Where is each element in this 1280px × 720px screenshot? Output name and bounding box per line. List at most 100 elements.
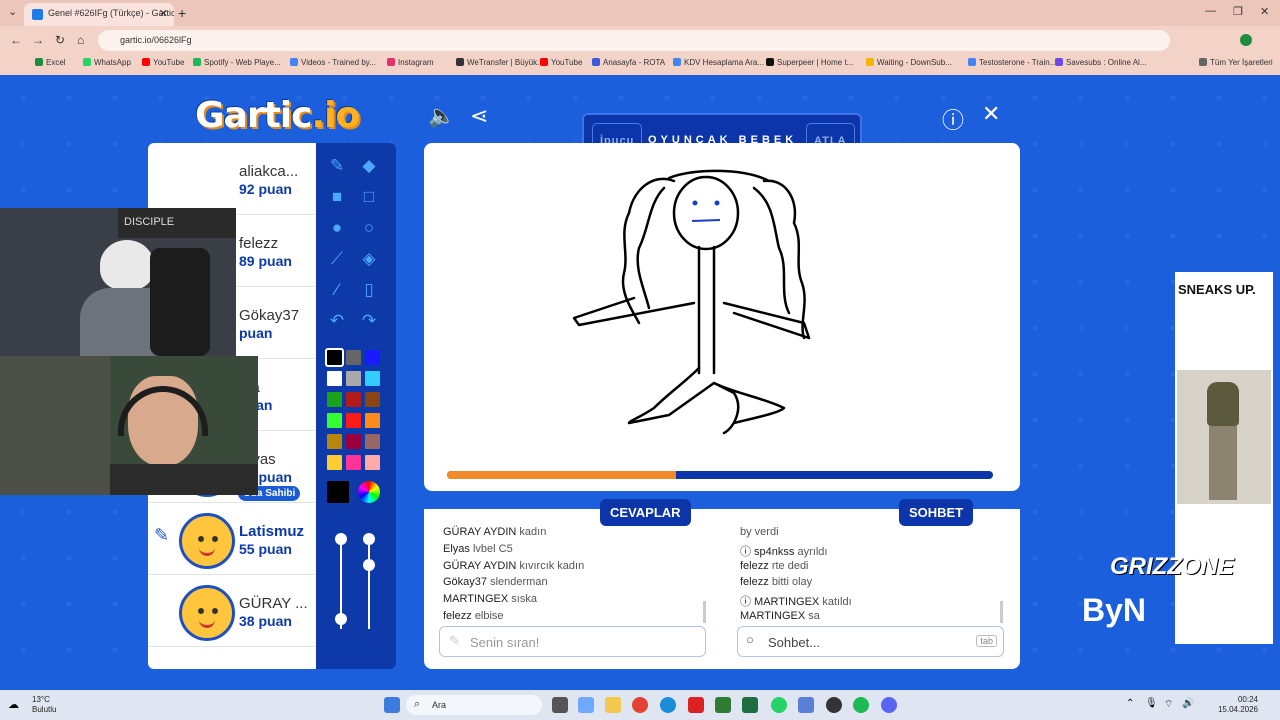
circle-icon[interactable]: ○: [358, 217, 380, 239]
bookmark-item[interactable]: Testosterone - Train...: [968, 58, 1056, 67]
url-bar[interactable]: gartic.io/06626lFg: [98, 30, 1170, 51]
wifi-icon[interactable]: ⌔: [1164, 698, 1173, 711]
app-green-icon[interactable]: [715, 697, 731, 713]
square-icon[interactable]: □: [358, 186, 380, 208]
close-game-icon[interactable]: ✕: [982, 101, 1000, 127]
bookmark-item[interactable]: YouTube: [142, 58, 184, 67]
bookmark-item[interactable]: WeTransfer | Büyük...: [456, 58, 544, 67]
color-swatch[interactable]: [327, 434, 342, 449]
color-swatch[interactable]: [365, 455, 380, 470]
color-swatch[interactable]: [327, 392, 342, 407]
obs-icon[interactable]: [826, 697, 842, 713]
windows-start-icon[interactable]: [384, 697, 400, 713]
tab-title: Genel #626IFg (Türkçe) - Gartic: [48, 8, 174, 18]
pencil-icon[interactable]: ✎: [326, 155, 348, 177]
redo-icon[interactable]: ↷: [358, 310, 380, 332]
back-arrow-icon[interactable]: ←: [10, 33, 22, 47]
fill-bucket-icon[interactable]: ◈: [358, 248, 380, 270]
close-window-button[interactable]: ✕: [1260, 5, 1269, 18]
bookmark-item[interactable]: Tüm Yer İşaretleri: [1199, 58, 1273, 67]
chat-scrollbar[interactable]: [1000, 601, 1003, 623]
eyedropper-icon[interactable]: ⁄: [326, 279, 348, 301]
color-swatch[interactable]: [346, 434, 361, 449]
home-icon[interactable]: ⌂: [77, 33, 84, 47]
slider-knob[interactable]: [335, 613, 347, 625]
bookmark-item[interactable]: Anasayfa - ROTA: [592, 58, 665, 67]
brush-size-slider[interactable]: [335, 533, 347, 629]
bookmark-item[interactable]: Savesubs : Online Al...: [1055, 58, 1147, 67]
color-swatch[interactable]: [365, 350, 380, 365]
slider-knob[interactable]: [363, 533, 375, 545]
color-wheel-icon[interactable]: [358, 481, 380, 503]
color-swatch[interactable]: [346, 392, 361, 407]
answer-input[interactable]: ✎ Senin sıran!: [439, 626, 706, 657]
color-swatch[interactable]: [346, 413, 361, 428]
color-swatch[interactable]: [327, 413, 342, 428]
excel-icon[interactable]: [742, 697, 758, 713]
color-swatch[interactable]: [365, 413, 380, 428]
spotify-icon[interactable]: [853, 697, 869, 713]
undo-icon[interactable]: ↶: [326, 310, 348, 332]
taskbar-clock[interactable]: 00:24 15.04.2026: [1214, 695, 1258, 715]
chat-input[interactable]: ○ Sohbet... tab: [737, 626, 1004, 657]
opacity-slider[interactable]: [363, 533, 375, 629]
volume-icon[interactable]: 🔊: [1182, 698, 1194, 709]
share-icon[interactable]: ⋖: [470, 103, 488, 129]
filled-circle-icon[interactable]: ●: [326, 217, 348, 239]
filled-square-icon[interactable]: ■: [326, 186, 348, 208]
file-explorer-icon[interactable]: [605, 697, 621, 713]
page-icon[interactable]: ▯: [358, 279, 380, 301]
tab-gartic[interactable]: Genel #626IFg (Türkçe) - Gartic ✕: [24, 3, 174, 26]
new-tab-button[interactable]: +: [178, 5, 186, 21]
minimize-button[interactable]: —: [1205, 5, 1216, 17]
profile-avatar[interactable]: [1240, 34, 1252, 46]
bookmark-item[interactable]: Spotify - Web Playe...: [193, 58, 281, 67]
color-swatch[interactable]: [365, 371, 380, 386]
info-icon[interactable]: ⓘ: [942, 103, 964, 135]
bookmark-item[interactable]: Instagram: [387, 58, 434, 67]
tab-search-icon[interactable]: ⌄: [8, 5, 17, 18]
app-red-icon[interactable]: [688, 697, 704, 713]
player-row[interactable]: GÜRAY ... 38 puan: [148, 575, 316, 647]
bookmark-item[interactable]: Waiting - DownSub...: [866, 58, 952, 67]
bookmark-item[interactable]: YouTube: [540, 58, 582, 67]
bookmark-item[interactable]: Videos - Trained by...: [290, 58, 376, 67]
player-row[interactable]: Latismuz 55 puan ✎: [148, 503, 316, 575]
drawing-canvas[interactable]: [424, 143, 1020, 491]
tray-chevron-icon[interactable]: ⌃: [1126, 698, 1134, 709]
slider-knob[interactable]: [363, 559, 375, 571]
ad-panel[interactable]: SNEAKS UP.: [1175, 272, 1273, 644]
mic-icon[interactable]: 🎙: [1145, 698, 1158, 709]
sound-icon[interactable]: 🔈: [428, 103, 455, 129]
color-swatch[interactable]: [346, 455, 361, 470]
color-swatch[interactable]: [327, 371, 342, 386]
bookmark-item[interactable]: Superpeer | Home t...: [766, 58, 853, 67]
bookmark-item[interactable]: Excel: [35, 58, 66, 67]
slider-knob[interactable]: [335, 533, 347, 545]
reload-icon[interactable]: ↻: [55, 33, 65, 47]
discord-icon[interactable]: [881, 697, 897, 713]
color-swatch[interactable]: [325, 348, 344, 367]
chrome-icon[interactable]: [632, 697, 648, 713]
color-swatch[interactable]: [346, 350, 361, 365]
color-swatch[interactable]: [365, 392, 380, 407]
player-row[interactable]: aliakca... 92 puan: [148, 143, 316, 215]
maximize-button[interactable]: ❐: [1233, 5, 1243, 18]
whatsapp-icon[interactable]: [771, 697, 787, 713]
line-icon[interactable]: ⟋: [326, 248, 348, 270]
task-view-icon[interactable]: [552, 697, 568, 713]
settings-gear-icon[interactable]: [798, 697, 814, 713]
bookmark-item[interactable]: KDV Hesaplama Ara...: [673, 58, 764, 67]
eraser-icon[interactable]: ◆: [358, 155, 380, 177]
taskbar-search[interactable]: ⌕ Ara: [406, 695, 542, 715]
forward-arrow-icon[interactable]: →: [32, 33, 44, 47]
color-swatch[interactable]: [327, 455, 342, 470]
tab-close-icon[interactable]: ✕: [159, 7, 168, 20]
copilot-icon[interactable]: [578, 697, 594, 713]
weather-widget[interactable]: 13°C Bulutlu: [32, 695, 56, 715]
edge-icon[interactable]: [660, 697, 676, 713]
color-swatch[interactable]: [365, 434, 380, 449]
answers-scrollbar[interactable]: [703, 601, 706, 623]
color-swatch[interactable]: [346, 371, 361, 386]
bookmark-item[interactable]: WhatsApp: [83, 58, 131, 67]
